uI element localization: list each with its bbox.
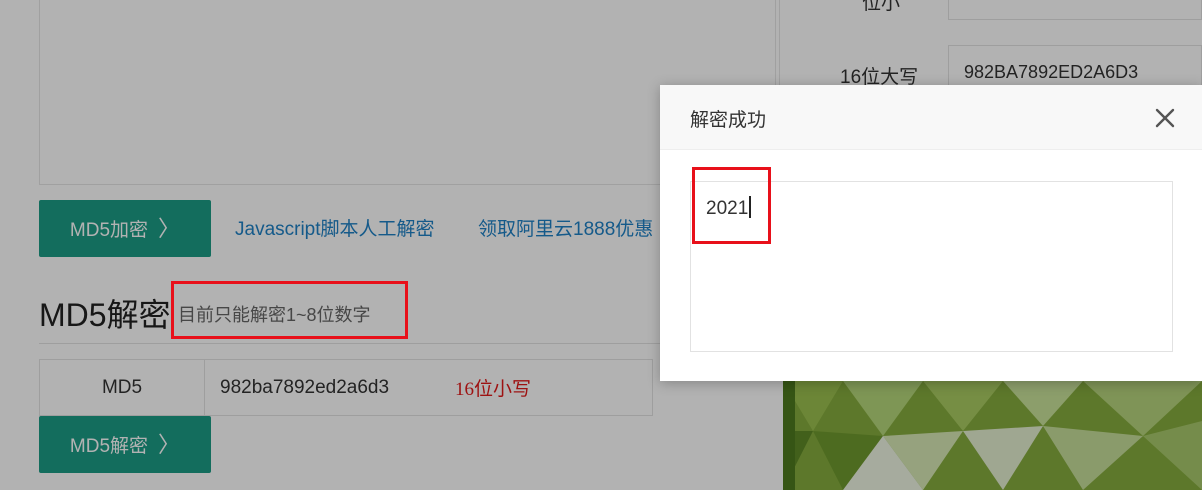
close-icon[interactable] [1150,103,1180,133]
dialog-title: 解密成功 [690,110,767,131]
decrypt-success-dialog: 解密成功 2021 [660,85,1202,381]
hint-highlight-box [171,281,408,339]
result-highlight-box [692,167,771,244]
